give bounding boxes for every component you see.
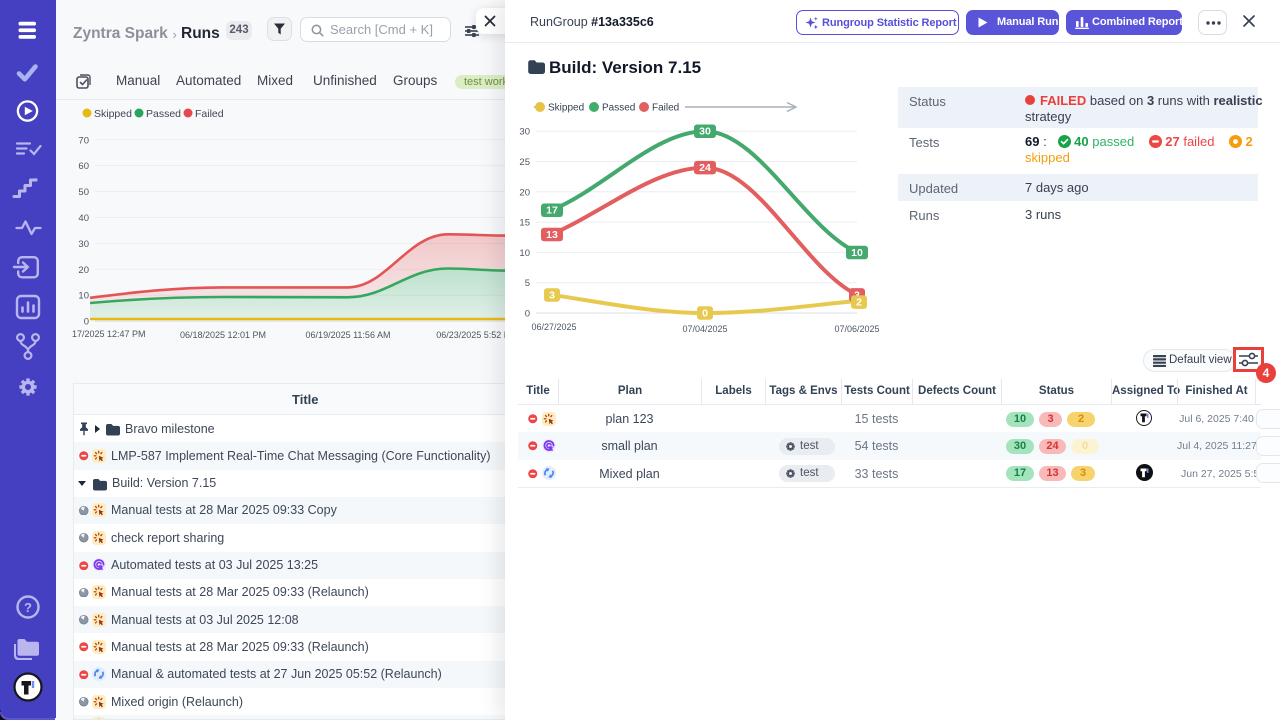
svg-text:25: 25 [519,157,530,168]
svg-text:10: 10 [851,247,863,259]
svg-text:5: 5 [525,278,530,289]
svg-text:0: 0 [84,317,89,328]
svg-text:17: 17 [546,205,558,217]
svg-text:Passed: Passed [602,103,635,114]
svg-text:70: 70 [78,135,89,146]
svg-text:10: 10 [519,248,530,259]
svg-text:20: 20 [78,265,89,276]
svg-text:06/27/2025: 06/27/2025 [531,322,576,332]
svg-text:15: 15 [519,218,530,229]
svg-text:10: 10 [78,291,89,302]
svg-text:2: 2 [856,297,862,309]
svg-text:06/18/2025 12:01 PM: 06/18/2025 12:01 PM [180,330,266,340]
svg-text:17/2025 12:47 PM: 17/2025 12:47 PM [72,329,146,339]
svg-text:0: 0 [525,309,530,320]
svg-text:40: 40 [78,213,89,224]
svg-text:Skipped: Skipped [94,108,132,120]
svg-text:3: 3 [549,290,555,302]
svg-text:07/04/2025: 07/04/2025 [682,324,727,334]
svg-text:50: 50 [78,187,89,198]
svg-text:30: 30 [519,127,530,138]
svg-text:Failed: Failed [652,103,679,114]
svg-text:30: 30 [78,239,89,250]
svg-text:30: 30 [699,126,711,138]
svg-text:07/06/2025: 07/06/2025 [834,324,879,334]
svg-text:60: 60 [78,161,89,172]
svg-text:Failed: Failed [195,108,224,120]
svg-text:Passed: Passed [146,108,181,120]
svg-text:Skipped: Skipped [548,103,584,114]
svg-text:06/23/2025 5:52 P: 06/23/2025 5:52 P [436,330,505,340]
svg-text:24: 24 [699,162,711,174]
svg-text:0: 0 [702,308,708,320]
svg-text:20: 20 [519,187,530,198]
svg-text:06/19/2025 11:56 AM: 06/19/2025 11:56 AM [306,330,391,340]
svg-text:13: 13 [546,229,558,241]
svg-text:?: ? [24,600,32,615]
